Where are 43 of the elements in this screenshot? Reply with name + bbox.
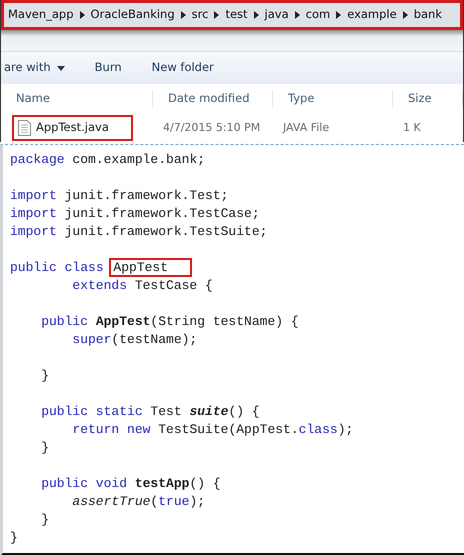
caret-icon <box>336 11 342 19</box>
code-line: public void testApp() { <box>40 475 222 493</box>
file-date: 4/7/2015 5:10 PM <box>162 120 262 136</box>
file-name[interactable]: AppTest.java <box>12 115 133 141</box>
caret-icon <box>294 11 300 19</box>
code-line: assertTrue(true); <box>71 493 206 511</box>
caret-icon <box>80 11 85 19</box>
breadcrumb-item[interactable]: test <box>225 6 248 24</box>
breadcrumb-item[interactable]: com <box>306 6 330 24</box>
code-line: return new TestSuite(AppTest.class); <box>71 421 354 439</box>
code-line: import junit.framework.TestSuite; <box>10 223 268 241</box>
column-header[interactable]: Type <box>273 90 393 108</box>
breadcrumb-item[interactable]: java <box>264 6 289 24</box>
breadcrumb-item[interactable]: OracleBanking <box>90 6 175 24</box>
caret-icon <box>254 11 259 19</box>
code-line: } <box>40 439 50 457</box>
caret-icon <box>214 11 220 19</box>
file-type: JAVA File <box>282 120 330 136</box>
code-line: } <box>40 511 50 529</box>
code-line: package com.example.bank; <box>10 151 206 169</box>
code-line: super(testName); <box>71 331 198 349</box>
code-line: import junit.framework.Test; <box>10 187 230 205</box>
breadcrumb-item[interactable]: src <box>192 6 208 24</box>
toolbar-button[interactable]: are with <box>4 59 65 77</box>
breadcrumb-item[interactable]: example <box>347 6 397 24</box>
caret-icon <box>402 11 408 19</box>
code-line: extends TestCase { <box>71 277 214 295</box>
document-icon <box>18 120 31 136</box>
column-header[interactable]: Name <box>1 90 153 108</box>
code-line: import junit.framework.TestCase; <box>10 205 261 223</box>
toolbar-button[interactable]: Burn <box>94 59 122 77</box>
caret-icon <box>180 11 186 19</box>
breadcrumb-item[interactable]: bank <box>414 6 442 24</box>
code-line: public class AppTest <box>10 259 464 277</box>
code-line: } <box>40 367 50 385</box>
column-header[interactable]: Size <box>393 90 463 108</box>
breadcrumb-item[interactable]: Maven_app <box>8 6 74 24</box>
column-header[interactable]: Date modified <box>153 90 273 108</box>
code-line: } <box>10 529 19 547</box>
code-line: public static Test suite() { <box>40 403 261 421</box>
file-size: 1 K <box>402 120 422 136</box>
toolbar-button[interactable]: New folder <box>152 59 214 77</box>
code-line: public AppTest(String testName) { <box>40 313 300 331</box>
